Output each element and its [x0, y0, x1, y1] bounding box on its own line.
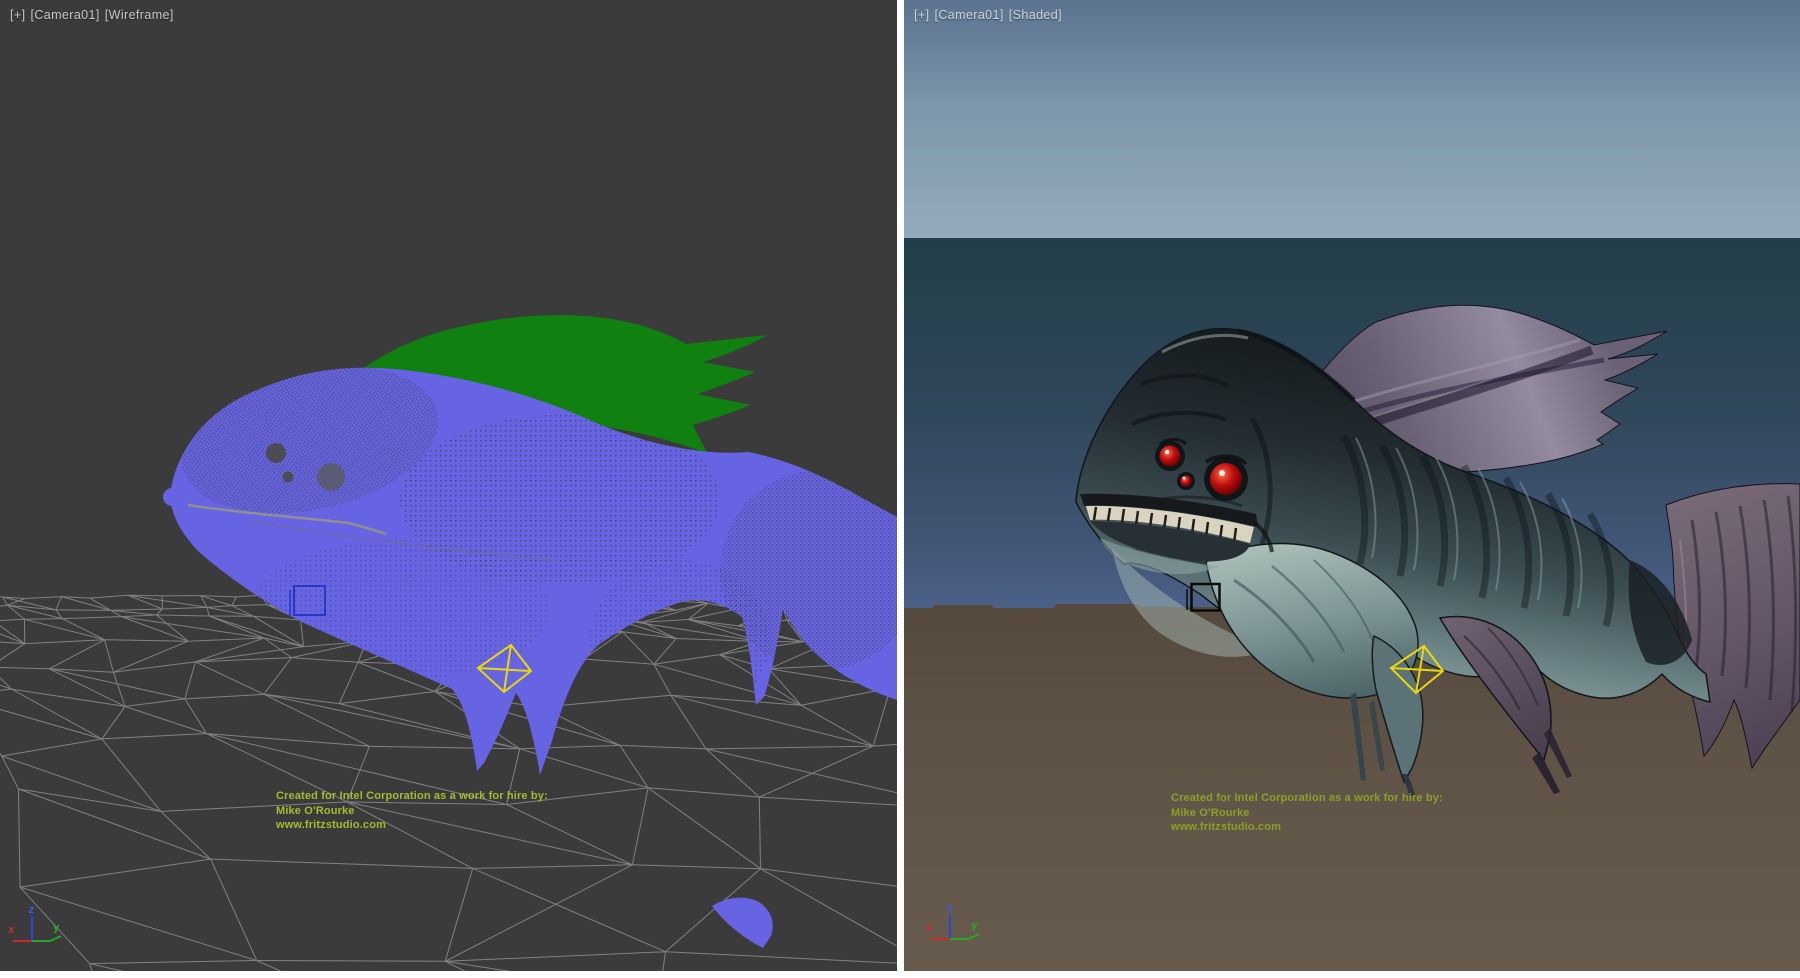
viewport-menu-plus[interactable]: [+] — [10, 8, 25, 22]
fish-eye-wire-big — [317, 463, 345, 491]
axis-z-label: z — [946, 901, 953, 914]
viewport-menu-plus[interactable]: [+] — [914, 8, 929, 22]
viewport-shaded[interactable]: [+] [Camera01] [Shaded] Created for Inte… — [904, 0, 1800, 971]
axis-y-line — [950, 934, 979, 939]
axis-y-label: y — [53, 921, 60, 934]
viewport-shading-label[interactable]: [Shaded] — [1009, 8, 1062, 22]
viewport-camera-label[interactable]: [Camera01] — [30, 8, 99, 22]
fish-eye-big — [1210, 463, 1242, 495]
credit-text: Created for Intel Corporation as a work … — [1171, 791, 1443, 835]
viewport-camera-label[interactable]: [Camera01] — [934, 8, 1003, 22]
fish-eye-wire-small — [283, 472, 294, 483]
fish-eye-small — [1181, 476, 1192, 487]
axis-z-label: z — [28, 903, 35, 916]
fish-wireframe[interactable] — [163, 345, 897, 948]
viewport-shading-label[interactable]: [Wireframe] — [105, 8, 174, 22]
axis-y-line — [32, 936, 61, 941]
axis-y-label: y — [971, 919, 978, 932]
world-axis-gizmo: x z y — [924, 901, 988, 953]
fish-eye-left — [1160, 446, 1181, 467]
dual-viewport-canvas: [+] [Camera01] [Wireframe] Created for I… — [0, 0, 1800, 978]
world-axis-gizmo: x z y — [6, 903, 70, 955]
sky — [904, 0, 1800, 238]
viewport-label: [+] [Camera01] [Wireframe] — [10, 8, 174, 22]
axis-x-label: x — [926, 921, 933, 934]
viewport-label: [+] [Camera01] [Shaded] — [914, 8, 1062, 22]
viewport-wireframe[interactable]: [+] [Camera01] [Wireframe] Created for I… — [0, 0, 897, 971]
axis-x-label: x — [8, 923, 15, 936]
credit-text: Created for Intel Corporation as a work … — [276, 789, 548, 833]
fish-eye-wire — [266, 443, 286, 463]
